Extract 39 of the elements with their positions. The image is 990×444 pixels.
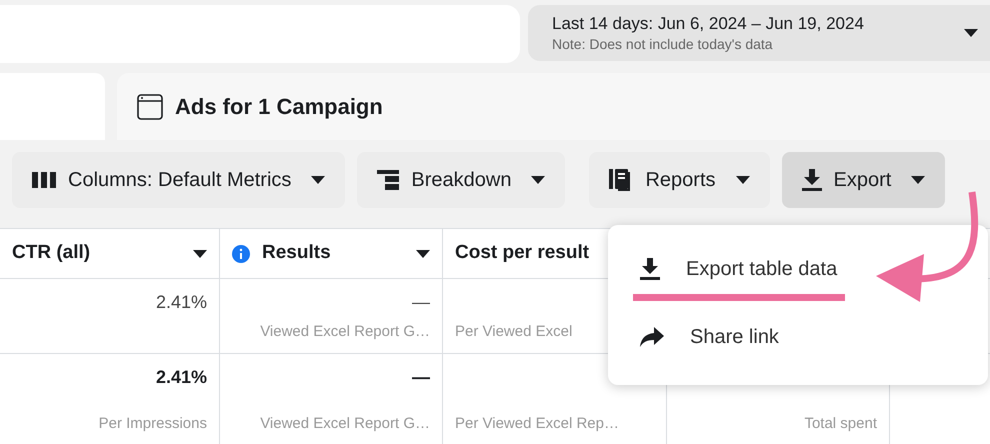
cell-caption: Total spent [804,414,877,434]
date-range-label: Last 14 days: Jun 6, 2024 – Jun 19, 2024 [552,13,865,35]
cell-caption: Per Impressions [98,414,207,434]
column-title: Results [262,241,332,266]
cell-value: 2.41% [156,366,207,389]
cell-value: — [412,291,430,314]
download-icon [802,169,822,191]
download-icon [640,258,660,280]
cell-value: 2.41% [156,291,207,314]
caret-icon [964,29,978,37]
caret-icon [736,176,750,184]
campaign-tab[interactable]: Ads for 1 Campaign [117,73,990,140]
share-arrow-icon [640,326,664,346]
caret-icon [911,176,926,184]
info-icon [232,244,250,262]
caret-icon [311,176,326,184]
caret-icon [193,250,207,258]
columns-icon [32,171,56,189]
column-title: Cost per result [455,241,590,266]
breakdown-button[interactable]: Breakdown [357,152,566,208]
tab-title: Ads for 1 Campaign [175,93,383,121]
cell-value: — [412,366,430,389]
cell-caption: Per Viewed Excel Rep… [455,414,619,434]
window-icon [137,94,163,120]
column-header[interactable]: Results [220,229,443,278]
cell-caption: Viewed Excel Report G… [260,414,430,434]
export-button[interactable]: Export [782,152,946,208]
reports-button[interactable]: Reports [589,152,770,208]
cell-caption: Viewed Excel Report G… [260,322,430,342]
date-range-note: Note: Does not include today's data [552,35,774,53]
date-range-picker[interactable]: Last 14 days: Jun 6, 2024 – Jun 19, 2024 Note: Does not include today's data [528,5,990,61]
caret-icon [416,250,430,258]
breakdown-icon [377,170,400,190]
column-header[interactable]: CTR (all) [0,229,220,278]
columns-button[interactable]: Columns: Default Metrics [12,152,346,208]
caret-icon [531,176,546,184]
column-title: CTR (all) [12,241,92,266]
cell-caption: Per Viewed Excel [455,322,572,342]
menu-item[interactable]: Share link [608,305,988,373]
